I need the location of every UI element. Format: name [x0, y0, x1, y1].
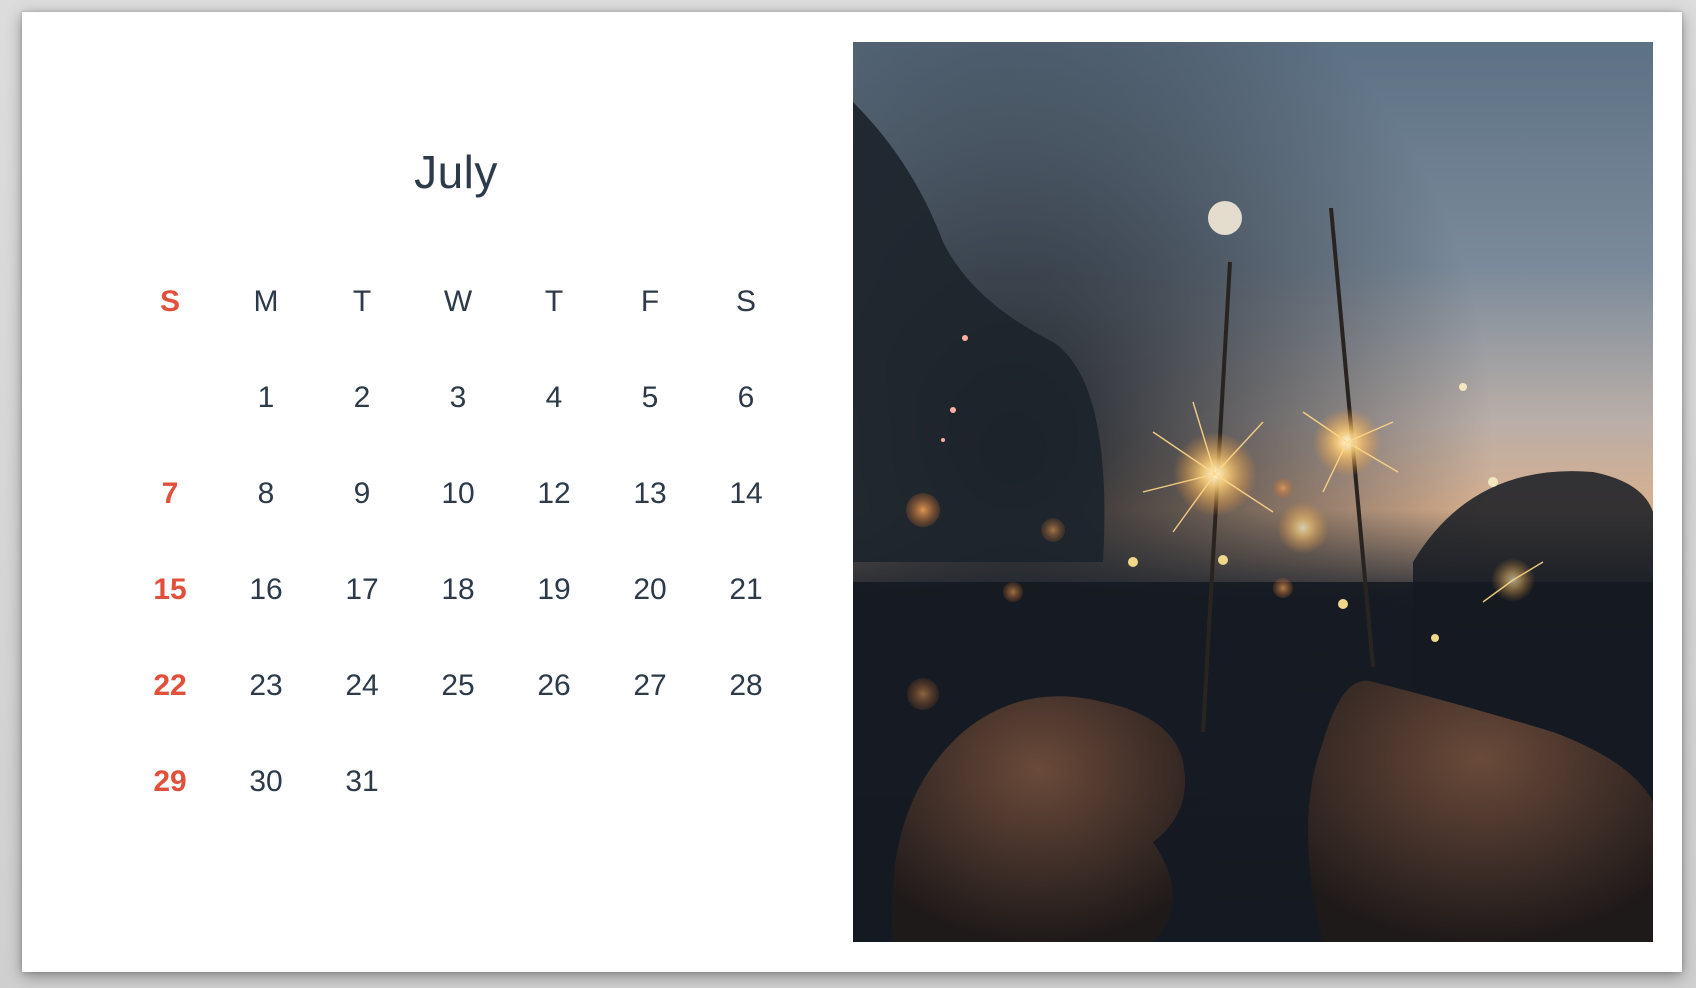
- sparklers-illustration: [853, 42, 1653, 942]
- day-cell: 13: [633, 477, 667, 510]
- day-cell: 6: [737, 381, 755, 414]
- day-cell: 2: [353, 381, 371, 414]
- day-cell: 9: [353, 477, 371, 510]
- weekday-header-row: S M T W T F S: [122, 254, 794, 350]
- day-cell: 28: [729, 669, 763, 702]
- week-row-2: 7 8 9 10 12 13 14: [122, 446, 794, 542]
- weekday-sunday: S: [159, 285, 180, 318]
- day-cell: 1: [257, 381, 275, 414]
- day-cell: 22: [153, 669, 187, 702]
- day-cell: 17: [345, 573, 379, 606]
- week-row-5: 29 30 31: [122, 734, 794, 830]
- day-cell: 23: [249, 669, 283, 702]
- day-cell: 12: [537, 477, 571, 510]
- day-cell: 25: [441, 669, 475, 702]
- day-cell: 19: [537, 573, 571, 606]
- day-cell: 15: [153, 573, 187, 606]
- calendar-grid: S M T W T F S 1 2 3 4 5 6 7 8 9 10 12 13…: [122, 254, 794, 830]
- weekday-tuesday: T: [352, 285, 372, 318]
- day-cell: 30: [249, 765, 283, 798]
- week-row-4: 22 23 24 25 26 27 28: [122, 638, 794, 734]
- calendar-panel: July S M T W T F S 1 2 3 4 5 6 7 8 9 10 …: [122, 142, 794, 798]
- day-cell: 24: [345, 669, 379, 702]
- day-cell: 29: [153, 765, 187, 798]
- weekday-wednesday: W: [443, 285, 473, 318]
- weekday-friday: F: [640, 285, 660, 318]
- sparklers-photo: [853, 42, 1653, 942]
- week-row-3: 15 16 17 18 19 20 21: [122, 542, 794, 638]
- weekday-monday: M: [253, 285, 279, 318]
- day-cell: 4: [545, 381, 563, 414]
- weekday-thursday: T: [544, 285, 564, 318]
- day-cell: 16: [249, 573, 283, 606]
- day-cell: 20: [633, 573, 667, 606]
- day-cell: 3: [449, 381, 467, 414]
- day-cell: 26: [537, 669, 571, 702]
- day-cell: 10: [441, 477, 475, 510]
- week-row-1: 1 2 3 4 5 6: [122, 350, 794, 446]
- day-cell: 5: [641, 381, 659, 414]
- day-cell: 27: [633, 669, 667, 702]
- day-cell: 14: [729, 477, 763, 510]
- weekday-saturday: S: [735, 285, 756, 318]
- day-cell: 21: [729, 573, 763, 606]
- day-cell: 18: [441, 573, 475, 606]
- month-title: July: [414, 146, 498, 198]
- day-cell: 8: [257, 477, 275, 510]
- calendar-card: July S M T W T F S 1 2 3 4 5 6 7 8 9 10 …: [22, 12, 1682, 972]
- day-cell: 31: [345, 765, 379, 798]
- day-cell: 7: [161, 477, 179, 510]
